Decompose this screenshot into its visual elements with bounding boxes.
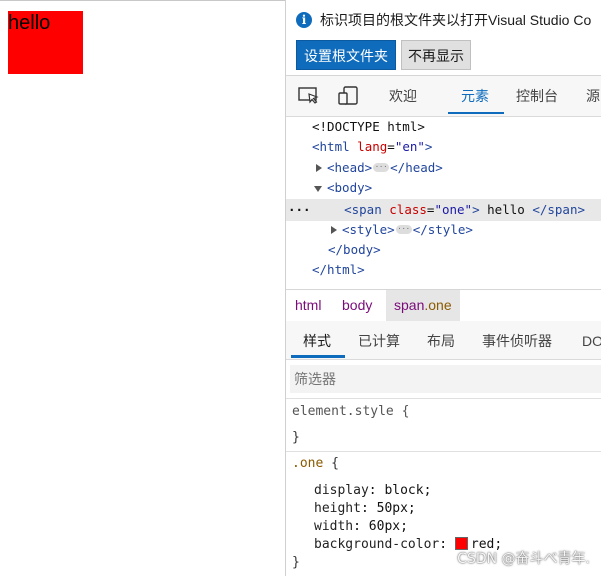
dom-tree: <!DOCTYPE html> <html lang="en"> <head> ·… bbox=[286, 117, 601, 287]
filter-bar bbox=[286, 360, 601, 399]
close-brace: } bbox=[292, 430, 300, 445]
subtab-dom-breakpoints[interactable]: DO bbox=[582, 331, 601, 351]
style-close-tag: </style> bbox=[412, 222, 473, 237]
one-rule-close: } bbox=[292, 554, 300, 572]
devtools-toolbar: 欢迎 元素 控制台 源 bbox=[286, 76, 601, 117]
breadcrumb-html[interactable]: html bbox=[295, 290, 321, 321]
dont-show-again-button[interactable]: 不再显示 bbox=[401, 40, 471, 70]
active-subtab-indicator bbox=[291, 355, 345, 358]
prop-name: background-color bbox=[314, 537, 440, 552]
prop-name: width bbox=[314, 519, 354, 534]
breadcrumb-span-one[interactable]: span.one bbox=[386, 290, 460, 321]
head-close-tag: </head> bbox=[390, 160, 443, 175]
prop-name: display bbox=[314, 483, 369, 498]
span-text-content: hello bbox=[479, 202, 533, 217]
html-open-close: > bbox=[424, 139, 433, 154]
subtab-event-listeners[interactable]: 事件侦听器 bbox=[482, 331, 552, 351]
prop-name: height bbox=[314, 501, 361, 516]
active-tab-indicator bbox=[448, 112, 504, 114]
tab-sources[interactable]: 源 bbox=[586, 86, 600, 106]
prop-value: 50px; bbox=[376, 501, 416, 516]
collapsed-ellipsis-icon[interactable]: ··· bbox=[373, 163, 390, 172]
colon: : bbox=[353, 519, 369, 534]
element-style-rule[interactable]: element.style { bbox=[292, 403, 409, 421]
info-bar: i 标识项目的根文件夹以打开Visual Studio Co 设置根文件夹 不再… bbox=[286, 0, 601, 76]
tab-welcome[interactable]: 欢迎 bbox=[389, 86, 417, 106]
collapse-arrow-icon[interactable] bbox=[314, 186, 322, 192]
close-brace: } bbox=[292, 555, 300, 570]
watermark: CSDN @奋斗べ青年. bbox=[457, 551, 590, 567]
hello-span-box: hello bbox=[8, 11, 83, 74]
span-open-tag: <span bbox=[344, 202, 382, 217]
info-message: 标识项目的根文件夹以打开Visual Studio Co bbox=[320, 12, 592, 28]
device-emulation-icon[interactable] bbox=[338, 86, 360, 106]
breadcrumb-body[interactable]: body bbox=[342, 290, 372, 321]
breadcrumb-span-tag: span bbox=[394, 297, 425, 313]
body-open-tag: <body> bbox=[327, 180, 373, 195]
body-close-node[interactable]: </body> bbox=[328, 240, 381, 260]
tab-elements[interactable]: 元素 bbox=[461, 86, 489, 106]
doctype-node[interactable]: <!DOCTYPE html> bbox=[312, 117, 425, 137]
declaration-width[interactable]: width: 60px; bbox=[314, 518, 408, 536]
style-node[interactable]: <style> ··· </style> bbox=[331, 220, 473, 240]
collapsed-ellipsis-icon[interactable]: ··· bbox=[395, 225, 412, 234]
html-lang-value: "en" bbox=[394, 139, 425, 154]
info-icon: i bbox=[296, 12, 312, 28]
subtab-layout[interactable]: 布局 bbox=[427, 331, 455, 351]
html-lang-attr: lang bbox=[357, 139, 388, 154]
head-node[interactable]: <head> ··· </head> bbox=[316, 158, 443, 178]
breadcrumb: html body span.one bbox=[286, 289, 601, 322]
rule-selector-one: .one bbox=[292, 456, 324, 471]
colon: : bbox=[368, 483, 385, 498]
style-open-tag: <style> bbox=[342, 222, 395, 237]
equals-sign: = bbox=[387, 139, 395, 154]
doctype-text: <!DOCTYPE html> bbox=[312, 119, 425, 134]
html-close-tag: </html> bbox=[312, 262, 365, 277]
set-root-folder-button[interactable]: 设置根文件夹 bbox=[296, 40, 396, 70]
expand-arrow-icon[interactable] bbox=[316, 164, 322, 172]
subtab-styles[interactable]: 样式 bbox=[303, 331, 331, 351]
styles-subtabs: 样式 已计算 布局 事件侦听器 DO bbox=[286, 321, 601, 360]
span-close-tag: </span> bbox=[532, 202, 585, 217]
html-open-tag: <html bbox=[312, 139, 350, 154]
span-class-value: "one" bbox=[434, 202, 473, 217]
subtab-computed[interactable]: 已计算 bbox=[358, 331, 400, 351]
html-node[interactable]: <html lang="en"> bbox=[312, 137, 432, 157]
body-node[interactable]: <body> bbox=[314, 178, 372, 198]
breadcrumb-span-class: .one bbox=[424, 297, 452, 313]
element-style-close: } bbox=[292, 429, 300, 447]
element-style-selector: element.style { bbox=[292, 404, 410, 419]
devtools-panel: i 标识项目的根文件夹以打开Visual Studio Co 设置根文件夹 不再… bbox=[285, 0, 601, 576]
rule-open-brace: { bbox=[323, 456, 339, 471]
one-rule-selector[interactable]: .one { bbox=[292, 455, 339, 473]
page-preview: hello bbox=[0, 0, 285, 576]
prop-value: 60px; bbox=[368, 519, 408, 534]
colon: : bbox=[360, 501, 377, 516]
body-close-tag: </body> bbox=[328, 242, 381, 257]
span-node[interactable]: ··· <span class="one"> hello </span> bbox=[288, 200, 585, 220]
html-close-node[interactable]: </html> bbox=[312, 260, 365, 280]
declaration-display[interactable]: display: block; bbox=[314, 482, 431, 500]
inspect-element-icon[interactable] bbox=[298, 86, 320, 106]
rule-divider bbox=[286, 451, 601, 452]
row-actions-icon[interactable]: ··· bbox=[288, 202, 311, 217]
span-class-attr: class bbox=[389, 202, 427, 217]
span-open-close: > bbox=[472, 202, 480, 217]
expand-arrow-icon[interactable] bbox=[331, 226, 337, 234]
colon: : bbox=[439, 537, 455, 552]
head-open-tag: <head> bbox=[327, 160, 373, 175]
styles-filter-input[interactable] bbox=[290, 365, 601, 393]
declaration-height[interactable]: height: 50px; bbox=[314, 500, 416, 518]
tab-console[interactable]: 控制台 bbox=[516, 86, 558, 106]
prop-value: block; bbox=[384, 483, 432, 498]
